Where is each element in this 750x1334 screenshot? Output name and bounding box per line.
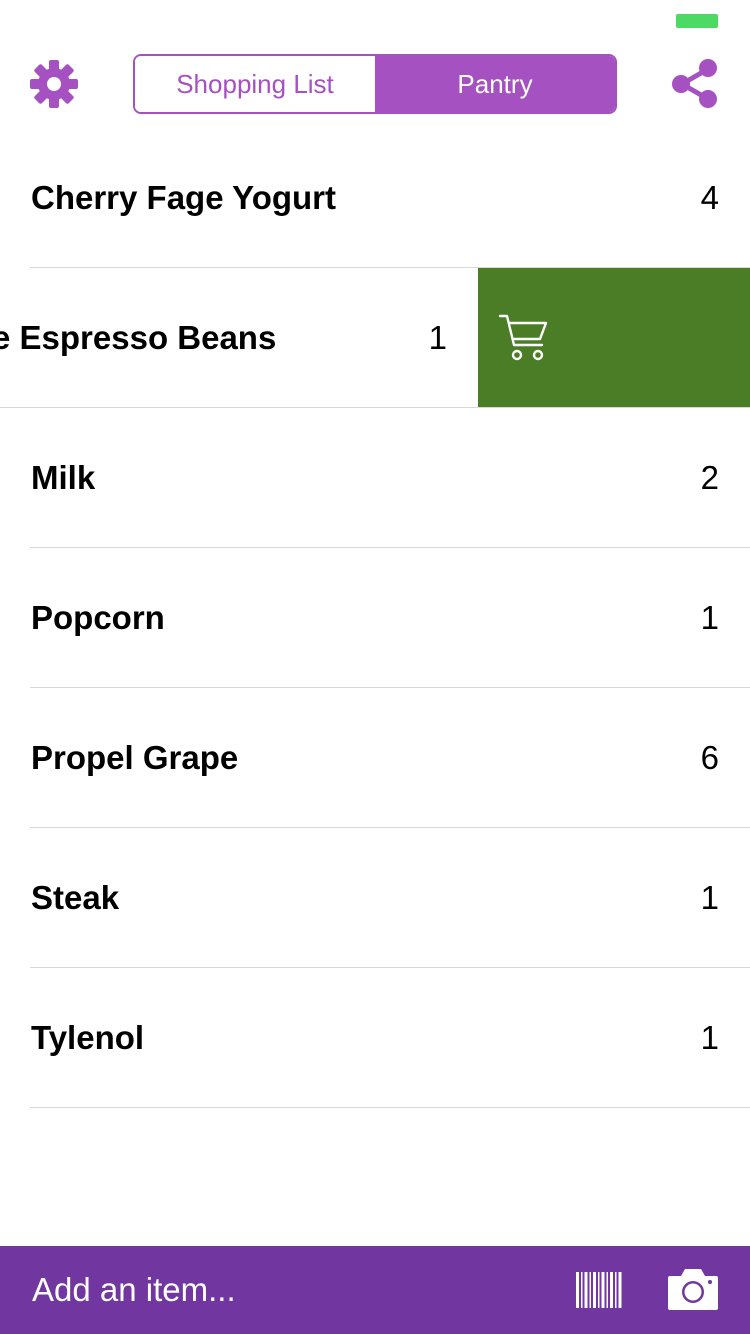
list-item-content[interactable]: Popcorn 1 — [0, 548, 750, 687]
list-item-content[interactable]: Tylenol 1 — [0, 968, 750, 1107]
item-name: Tylenol — [31, 1018, 145, 1056]
list-item[interactable]: Propel Grape 6 — [0, 688, 750, 828]
item-quantity: 1 — [700, 878, 719, 916]
add-item-input[interactable] — [32, 1262, 532, 1318]
divider — [30, 1107, 750, 1108]
camera-icon[interactable] — [666, 1266, 720, 1312]
barcode-icon[interactable] — [576, 1272, 622, 1308]
header: Shopping List Pantry — [0, 40, 750, 130]
item-name: Popcorn — [31, 598, 165, 636]
list-item[interactable]: Cherry Fage Yogurt 4 — [0, 128, 750, 268]
item-quantity: 1 — [700, 598, 719, 636]
pantry-list: Cherry Fage Yogurt 4 e Espresso Beans 1 — [0, 128, 750, 1108]
item-quantity: 2 — [700, 458, 719, 496]
bottom-bar — [0, 1246, 750, 1334]
tab-shopping-list[interactable]: Shopping List — [135, 56, 375, 112]
list-item-content[interactable]: e Espresso Beans 1 — [0, 268, 478, 407]
gear-icon[interactable] — [28, 58, 80, 110]
item-name: Milk — [31, 458, 96, 496]
item-quantity: 6 — [700, 738, 719, 776]
list-item[interactable]: Steak 1 — [0, 828, 750, 968]
battery-icon — [676, 14, 718, 28]
tab-pantry[interactable]: Pantry — [375, 56, 615, 112]
list-item-swiped[interactable]: e Espresso Beans 1 — [0, 268, 750, 408]
item-quantity: 4 — [700, 178, 719, 216]
item-name: Steak — [31, 878, 120, 916]
list-item-content[interactable]: Steak 1 — [0, 828, 750, 967]
list-item-content[interactable]: Propel Grape 6 — [0, 688, 750, 827]
item-name: Propel Grape — [31, 738, 239, 776]
list-item-content[interactable]: Milk 2 — [0, 408, 750, 547]
item-name: Cherry Fage Yogurt — [31, 178, 337, 216]
list-item[interactable]: Popcorn 1 — [0, 548, 750, 688]
status-bar — [0, 0, 750, 40]
list-item-content[interactable]: Cherry Fage Yogurt 4 — [0, 128, 750, 267]
item-quantity: 1 — [700, 1018, 719, 1056]
item-name: e Espresso Beans — [0, 318, 277, 356]
segmented-control: Shopping List Pantry — [133, 54, 617, 114]
share-icon[interactable] — [668, 56, 724, 112]
cart-icon — [498, 314, 548, 361]
item-quantity: 1 — [428, 318, 447, 356]
app: Shopping List Pantry Cherry Fage Yogurt — [0, 0, 750, 1334]
list-item[interactable]: Tylenol 1 — [0, 968, 750, 1108]
add-to-shopping-list-button[interactable] — [478, 268, 750, 407]
list-item[interactable]: Milk 2 — [0, 408, 750, 548]
